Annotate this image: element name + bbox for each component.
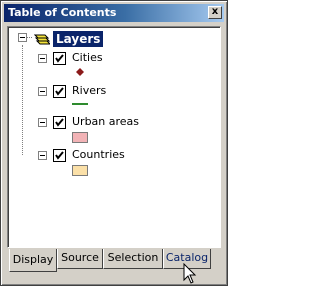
checkmark-icon <box>55 54 64 63</box>
toc-window: Table of Contents x Layers Cities Rivers… <box>0 0 228 286</box>
cities-visibility-checkbox[interactable] <box>53 52 66 65</box>
urban-areas-polygon-symbol <box>72 132 88 143</box>
tab-display[interactable]: Display <box>9 249 57 272</box>
tab-selection[interactable]: Selection <box>103 249 163 269</box>
collapse-rivers-toggle[interactable] <box>38 87 47 96</box>
countries-visibility-checkbox[interactable] <box>53 149 66 162</box>
cities-point-symbol <box>76 68 84 76</box>
rivers-line-symbol <box>72 103 88 105</box>
tree-connector-main <box>22 45 23 155</box>
layer-name-urban-areas[interactable]: Urban areas <box>72 115 139 128</box>
title-bar[interactable]: Table of Contents x <box>4 4 224 22</box>
tab-source[interactable]: Source <box>57 249 103 269</box>
layer-tree: Layers Cities Rivers Urban areas Countri… <box>7 26 221 248</box>
window-title: Table of Contents <box>8 6 117 19</box>
collapse-layers-toggle[interactable] <box>18 33 27 42</box>
layers-icon <box>34 34 50 45</box>
close-icon: x <box>211 6 219 17</box>
layer-name-countries[interactable]: Countries <box>72 148 125 161</box>
close-button[interactable]: x <box>208 6 222 19</box>
layers-root-label[interactable]: Layers <box>53 31 104 47</box>
countries-polygon-symbol <box>72 165 88 176</box>
collapse-urban-areas-toggle[interactable] <box>38 118 47 127</box>
collapse-countries-toggle[interactable] <box>38 151 47 160</box>
checkmark-icon <box>55 151 64 160</box>
checkmark-icon <box>55 118 64 127</box>
urban-areas-visibility-checkbox[interactable] <box>53 116 66 129</box>
layer-name-cities[interactable]: Cities <box>72 51 103 64</box>
rivers-visibility-checkbox[interactable] <box>53 85 66 98</box>
collapse-cities-toggle[interactable] <box>38 54 47 63</box>
layer-name-rivers[interactable]: Rivers <box>72 84 106 97</box>
mouse-pointer-icon <box>183 263 197 284</box>
checkmark-icon <box>55 87 64 96</box>
